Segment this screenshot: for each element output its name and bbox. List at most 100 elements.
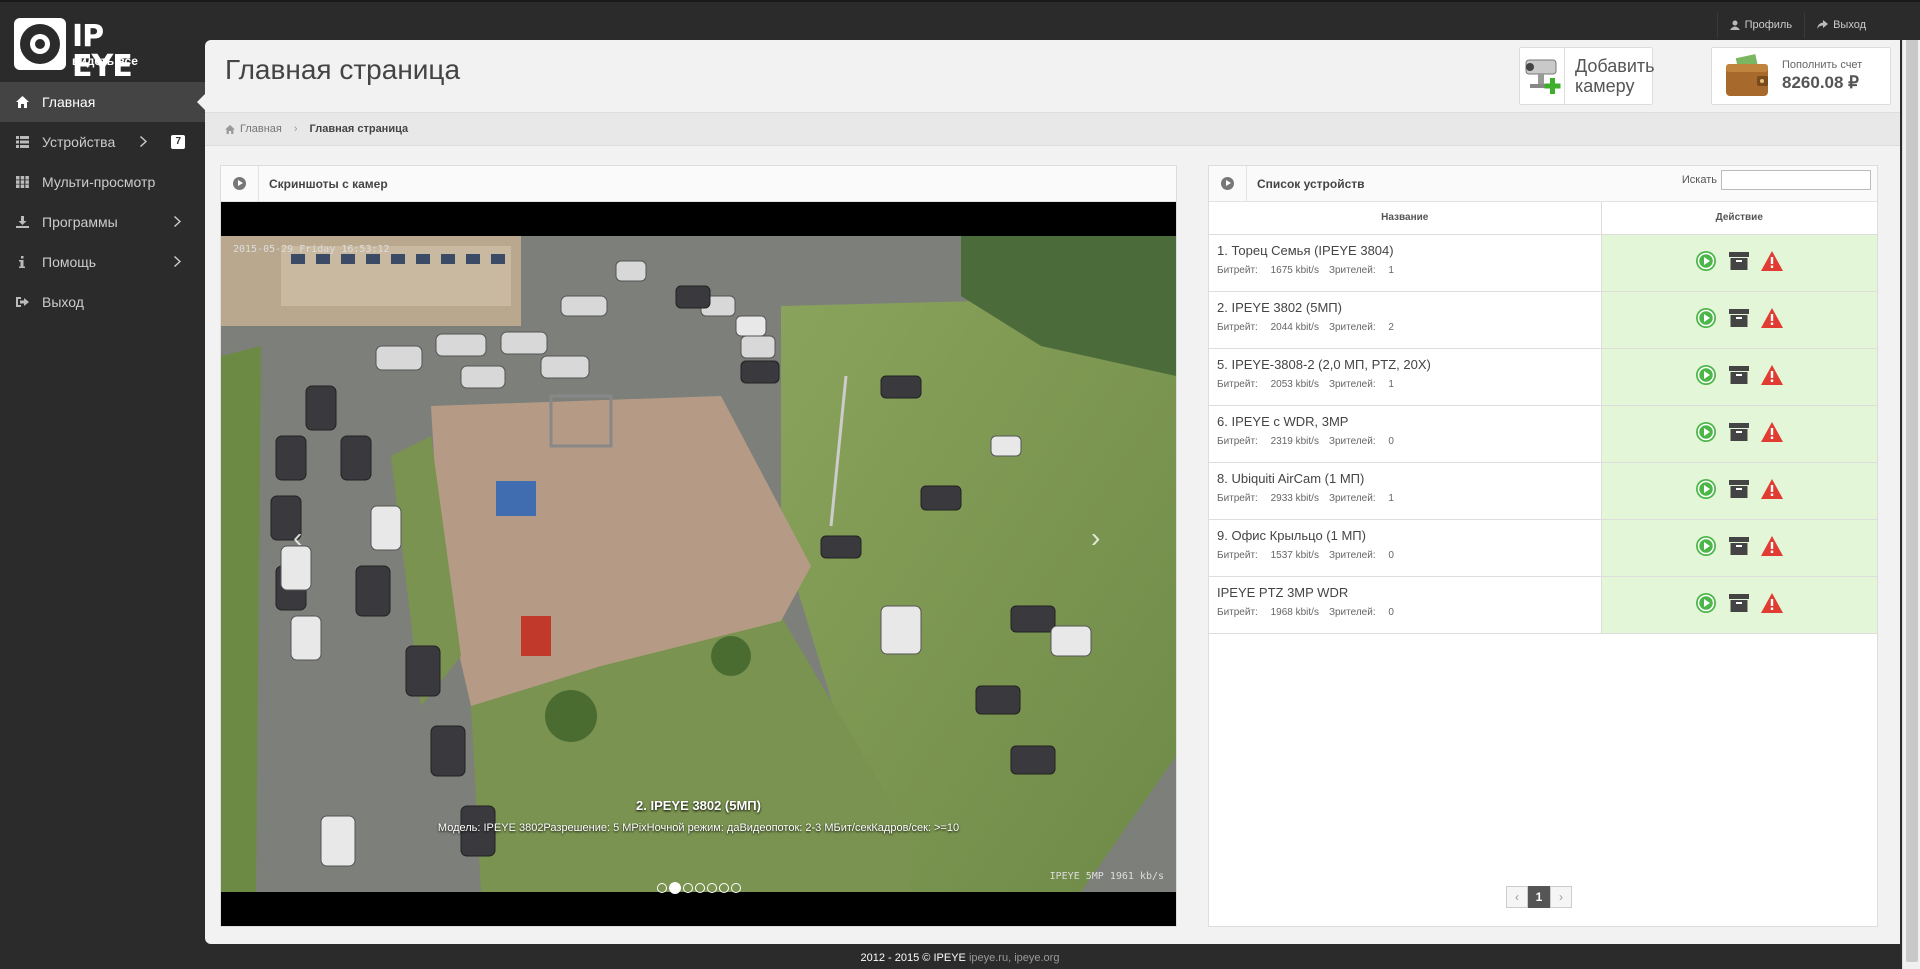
pagination-prev[interactable]: ‹ (1506, 886, 1528, 908)
sidebar-item-devices[interactable]: Устройства 7 (0, 122, 205, 162)
archive-icon[interactable] (1728, 364, 1750, 386)
viewers-value: 0 (1388, 606, 1394, 618)
warning-icon[interactable] (1761, 535, 1784, 557)
download-icon (15, 215, 29, 229)
user-icon (1729, 20, 1740, 30)
device-actions (1695, 535, 1784, 557)
warning-icon[interactable] (1761, 478, 1784, 500)
pagination-next[interactable]: › (1550, 886, 1572, 908)
carousel-prev-icon[interactable]: ‹ (293, 522, 302, 554)
device-meta: Битрейт: 2933 kbit/s Зрителей: 1 (1217, 493, 1593, 504)
archive-icon[interactable] (1728, 307, 1750, 329)
bitrate-value: 2053 kbit/s (1270, 378, 1319, 390)
table-row[interactable]: 2. IPEYE 3802 (5МП) Битрейт: 2044 kbit/s… (1209, 291, 1877, 349)
profile-link[interactable]: Профиль (1716, 12, 1805, 38)
device-actions-cell (1601, 234, 1877, 292)
camera-timestamp: 2015-05-29 Friday 16:53:12 (233, 244, 390, 255)
archive-icon[interactable] (1728, 535, 1750, 557)
carousel-next-icon[interactable]: › (1091, 522, 1100, 554)
warning-icon[interactable] (1761, 421, 1784, 443)
footer-copyright: 2012 - 2015 © IPEYE (860, 952, 966, 964)
scrollbar-thumb[interactable] (1906, 22, 1918, 962)
table-row[interactable]: IPEYE PTZ 3MP WDR Битрейт: 1968 kbit/s Зр… (1209, 576, 1877, 634)
page-scrollbar[interactable] (1902, 20, 1920, 969)
play-icon[interactable] (1695, 307, 1717, 329)
panel-play-icon[interactable] (1209, 165, 1247, 202)
breadcrumb: Главная › Главная страница (205, 112, 1900, 146)
sidebar-item-multiview[interactable]: Мульти-просмотр (0, 162, 205, 202)
logo-tagline: видеть все (72, 54, 138, 68)
table-row[interactable]: 5. IPEYE-3808-2 (2,0 МП, PTZ, 20X) Битре… (1209, 348, 1877, 406)
carousel-indicator-dot[interactable] (694, 883, 705, 893)
device-name[interactable]: 1. Торец Семья (IPEYE 3804) (1217, 243, 1593, 258)
carousel-indicator-dot[interactable] (706, 883, 717, 893)
sidebar-item-label: Мульти-просмотр (42, 174, 156, 190)
home-icon (225, 124, 235, 134)
search-label: Искать (1681, 174, 1717, 186)
device-meta: Битрейт: 2319 kbit/s Зрителей: 0 (1217, 436, 1593, 447)
warning-icon[interactable] (1761, 250, 1784, 272)
device-meta: Битрейт: 1537 kbit/s Зрителей: 0 (1217, 550, 1593, 561)
footer-link-ipeye-ru[interactable]: ipeye.ru (969, 952, 1008, 964)
logo[interactable]: IP EYE видеть все (14, 18, 144, 82)
table-row[interactable]: 9. Офис Крыльцо (1 МП) Битрейт: 1537 kbi… (1209, 519, 1877, 577)
add-camera-line2: камеру (1575, 76, 1635, 96)
table-row[interactable]: 1. Торец Семья (IPEYE 3804) Битрейт: 167… (1209, 234, 1877, 292)
sidebar: Главная Устройства 7 Мульти-просмотр Про… (0, 82, 205, 322)
sidebar-item-home[interactable]: Главная (0, 82, 205, 122)
column-header-name[interactable]: Название (1209, 202, 1602, 235)
bitrate-stat: Битрейт: 2044 kbit/s (1217, 322, 1319, 333)
archive-icon[interactable] (1728, 592, 1750, 614)
carousel-indicator-dot[interactable] (668, 882, 681, 894)
main-content: Главная страница Добавить камеру Пополни… (205, 40, 1900, 944)
carousel-indicators (221, 882, 1176, 896)
viewers-value: 0 (1388, 435, 1394, 447)
logout-link[interactable]: Выход (1804, 12, 1878, 38)
archive-icon[interactable] (1728, 478, 1750, 500)
carousel-indicator-dot[interactable] (656, 883, 667, 893)
pagination-page-current[interactable]: 1 (1528, 886, 1550, 908)
viewers-value: 2 (1388, 321, 1394, 333)
play-icon[interactable] (1695, 250, 1717, 272)
device-actions (1695, 364, 1784, 386)
viewers-value: 1 (1388, 492, 1394, 504)
play-icon[interactable] (1695, 478, 1717, 500)
play-icon[interactable] (1695, 364, 1717, 386)
carousel-indicator-dot[interactable] (682, 883, 693, 893)
screenshot-carousel[interactable]: 2015-05-29 Friday 16:53:12 IPEYE 5MP 196… (221, 202, 1176, 926)
warning-icon[interactable] (1761, 364, 1784, 386)
device-name[interactable]: 6. IPEYE c WDR, 3MP (1217, 414, 1593, 429)
device-name[interactable]: IPEYE PTZ 3MP WDR (1217, 585, 1593, 600)
device-actions (1695, 478, 1784, 500)
sidebar-item-logout[interactable]: Выход (0, 282, 205, 322)
device-name[interactable]: 5. IPEYE-3808-2 (2,0 МП, PTZ, 20X) (1217, 357, 1593, 372)
table-row[interactable]: 8. Ubiquiti AirCam (1 МП) Битрейт: 2933 … (1209, 462, 1877, 520)
play-icon[interactable] (1695, 421, 1717, 443)
sidebar-item-programs[interactable]: Программы (0, 202, 205, 242)
device-name-cell: 8. Ubiquiti AirCam (1 МП) Битрейт: 2933 … (1209, 462, 1602, 520)
device-actions-cell (1601, 462, 1877, 520)
play-icon[interactable] (1695, 592, 1717, 614)
warning-icon[interactable] (1761, 307, 1784, 329)
panel-play-icon[interactable] (221, 165, 259, 202)
table-row[interactable]: 6. IPEYE c WDR, 3MP Битрейт: 2319 kbit/s… (1209, 405, 1877, 463)
viewers-stat: Зрителей: 2 (1329, 322, 1394, 333)
play-icon[interactable] (1695, 535, 1717, 557)
device-name[interactable]: 9. Офис Крыльцо (1 МП) (1217, 528, 1593, 543)
table-header-row: Название Действие (1209, 202, 1877, 235)
top-up-balance-button[interactable]: Пополнить счет 8260.08 ₽ (1711, 47, 1891, 105)
footer: 2012 - 2015 © IPEYE ipeye.ru, ipeye.org (0, 952, 1920, 964)
carousel-indicator-dot[interactable] (730, 883, 741, 893)
footer-link-ipeye-org[interactable]: ipeye.org (1014, 952, 1059, 964)
sidebar-item-help[interactable]: Помощь (0, 242, 205, 282)
carousel-indicator-dot[interactable] (718, 883, 729, 893)
archive-icon[interactable] (1728, 421, 1750, 443)
add-camera-button[interactable]: Добавить камеру (1519, 47, 1655, 105)
warning-icon[interactable] (1761, 592, 1784, 614)
balance-info: Пополнить счет 8260.08 ₽ (1782, 59, 1862, 93)
search-input[interactable] (1721, 170, 1871, 190)
device-name[interactable]: 8. Ubiquiti AirCam (1 МП) (1217, 471, 1593, 486)
breadcrumb-home[interactable]: Главная (240, 123, 282, 135)
device-name[interactable]: 2. IPEYE 3802 (5МП) (1217, 300, 1593, 315)
archive-icon[interactable] (1728, 250, 1750, 272)
